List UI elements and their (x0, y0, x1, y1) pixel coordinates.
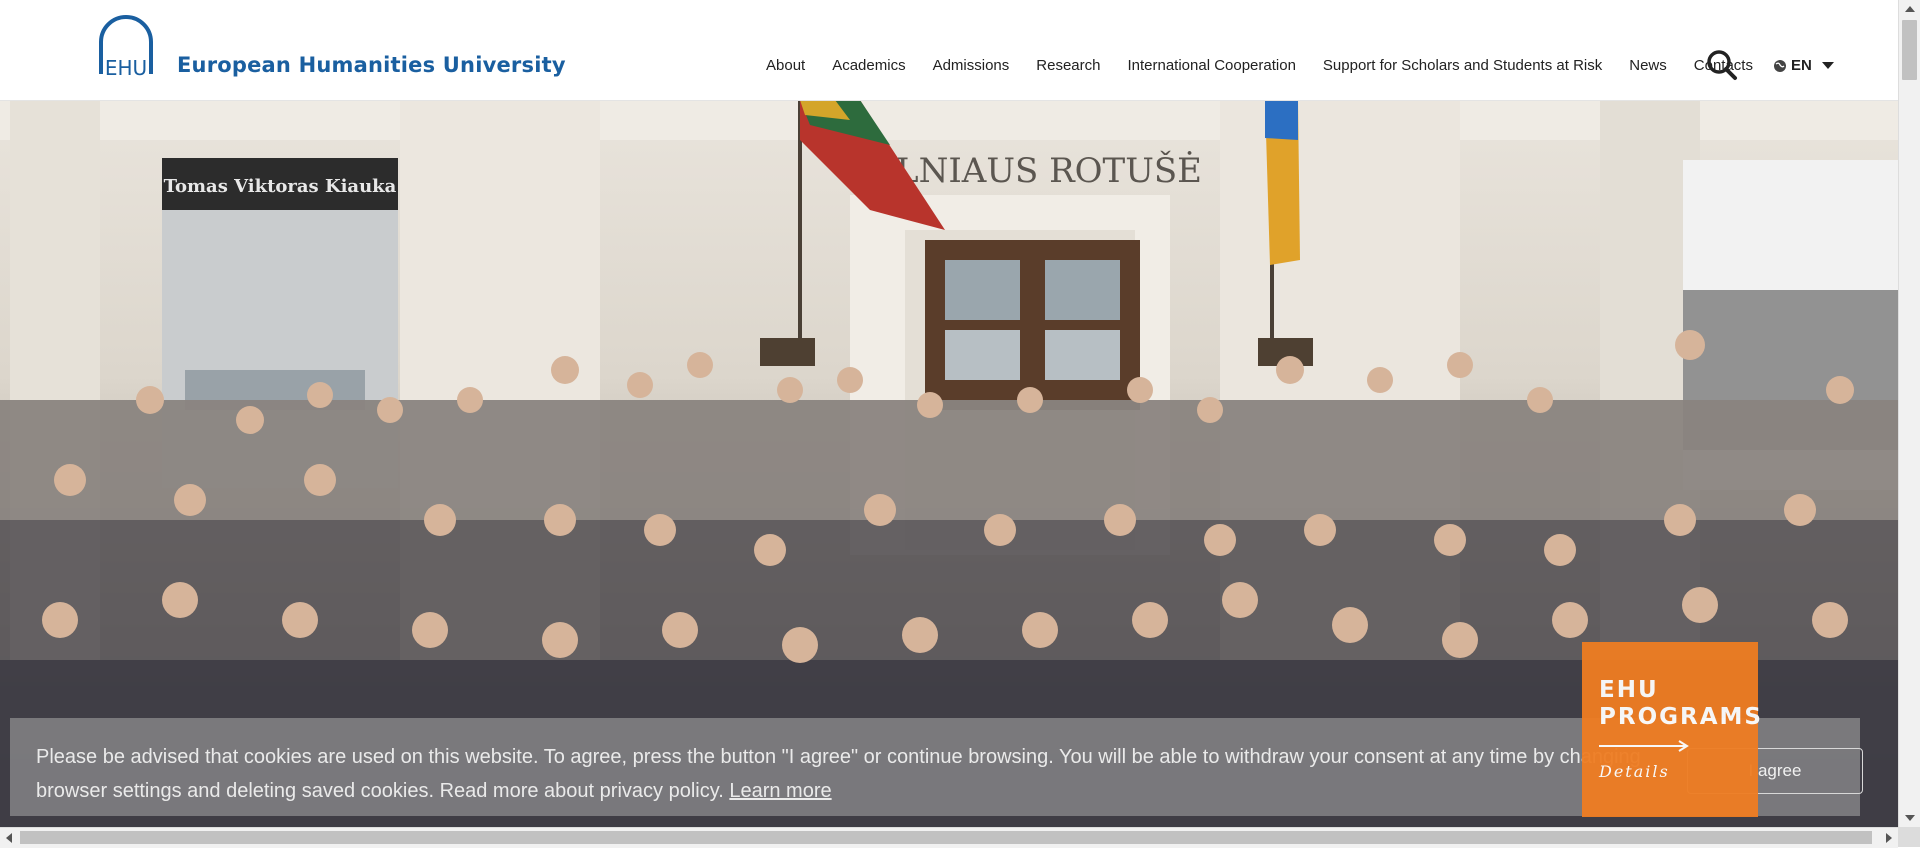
brand-name[interactable]: European Humanities University (177, 53, 566, 77)
language-code: EN (1791, 57, 1812, 74)
globe-icon (1774, 59, 1786, 72)
programs-details-link: Details (1599, 762, 1670, 781)
cookie-message: Please be advised that cookies are used … (36, 746, 1641, 802)
learn-more-link[interactable]: Learn more (729, 780, 831, 802)
scroll-down-icon[interactable] (1905, 815, 1915, 821)
language-selector[interactable]: EN (1773, 57, 1834, 74)
scroll-right-icon[interactable] (1886, 833, 1892, 843)
site-header: EHU European Humanities University About… (0, 0, 1898, 101)
ehu-logo[interactable]: EHU (95, 12, 157, 78)
horizontal-scrollbar[interactable] (0, 827, 1898, 848)
nav-admissions[interactable]: Admissions (933, 57, 1010, 74)
nav-news[interactable]: News (1629, 57, 1667, 74)
nav-about[interactable]: About (766, 57, 805, 74)
horizontal-scrollbar-thumb[interactable] (20, 831, 1872, 844)
vertical-scrollbar[interactable] (1898, 0, 1920, 827)
nav-international-cooperation[interactable]: International Cooperation (1127, 57, 1295, 74)
scroll-up-icon[interactable] (1905, 6, 1915, 12)
search-icon[interactable] (1706, 49, 1738, 81)
nav-research[interactable]: Research (1036, 57, 1100, 74)
scroll-left-icon[interactable] (6, 833, 12, 843)
chevron-down-icon (1821, 62, 1834, 69)
programs-title-line2: PROGRAMS (1599, 704, 1763, 730)
scrollbar-corner (1898, 827, 1920, 847)
scrollbar-thumb[interactable] (1902, 20, 1917, 80)
programs-title-line1: EHU (1599, 677, 1659, 703)
banner-name: Tomas Viktoras Kiauka (164, 176, 397, 197)
arrow-right-icon (1599, 740, 1689, 752)
main-nav: About Academics Admissions Research Inte… (766, 57, 1780, 74)
ehu-programs-card[interactable]: EHU PROGRAMS Details (1582, 642, 1761, 817)
nav-academics[interactable]: Academics (832, 57, 905, 74)
logo-text: EHU (105, 56, 147, 78)
nav-support-scholars[interactable]: Support for Scholars and Students at Ris… (1323, 57, 1602, 74)
